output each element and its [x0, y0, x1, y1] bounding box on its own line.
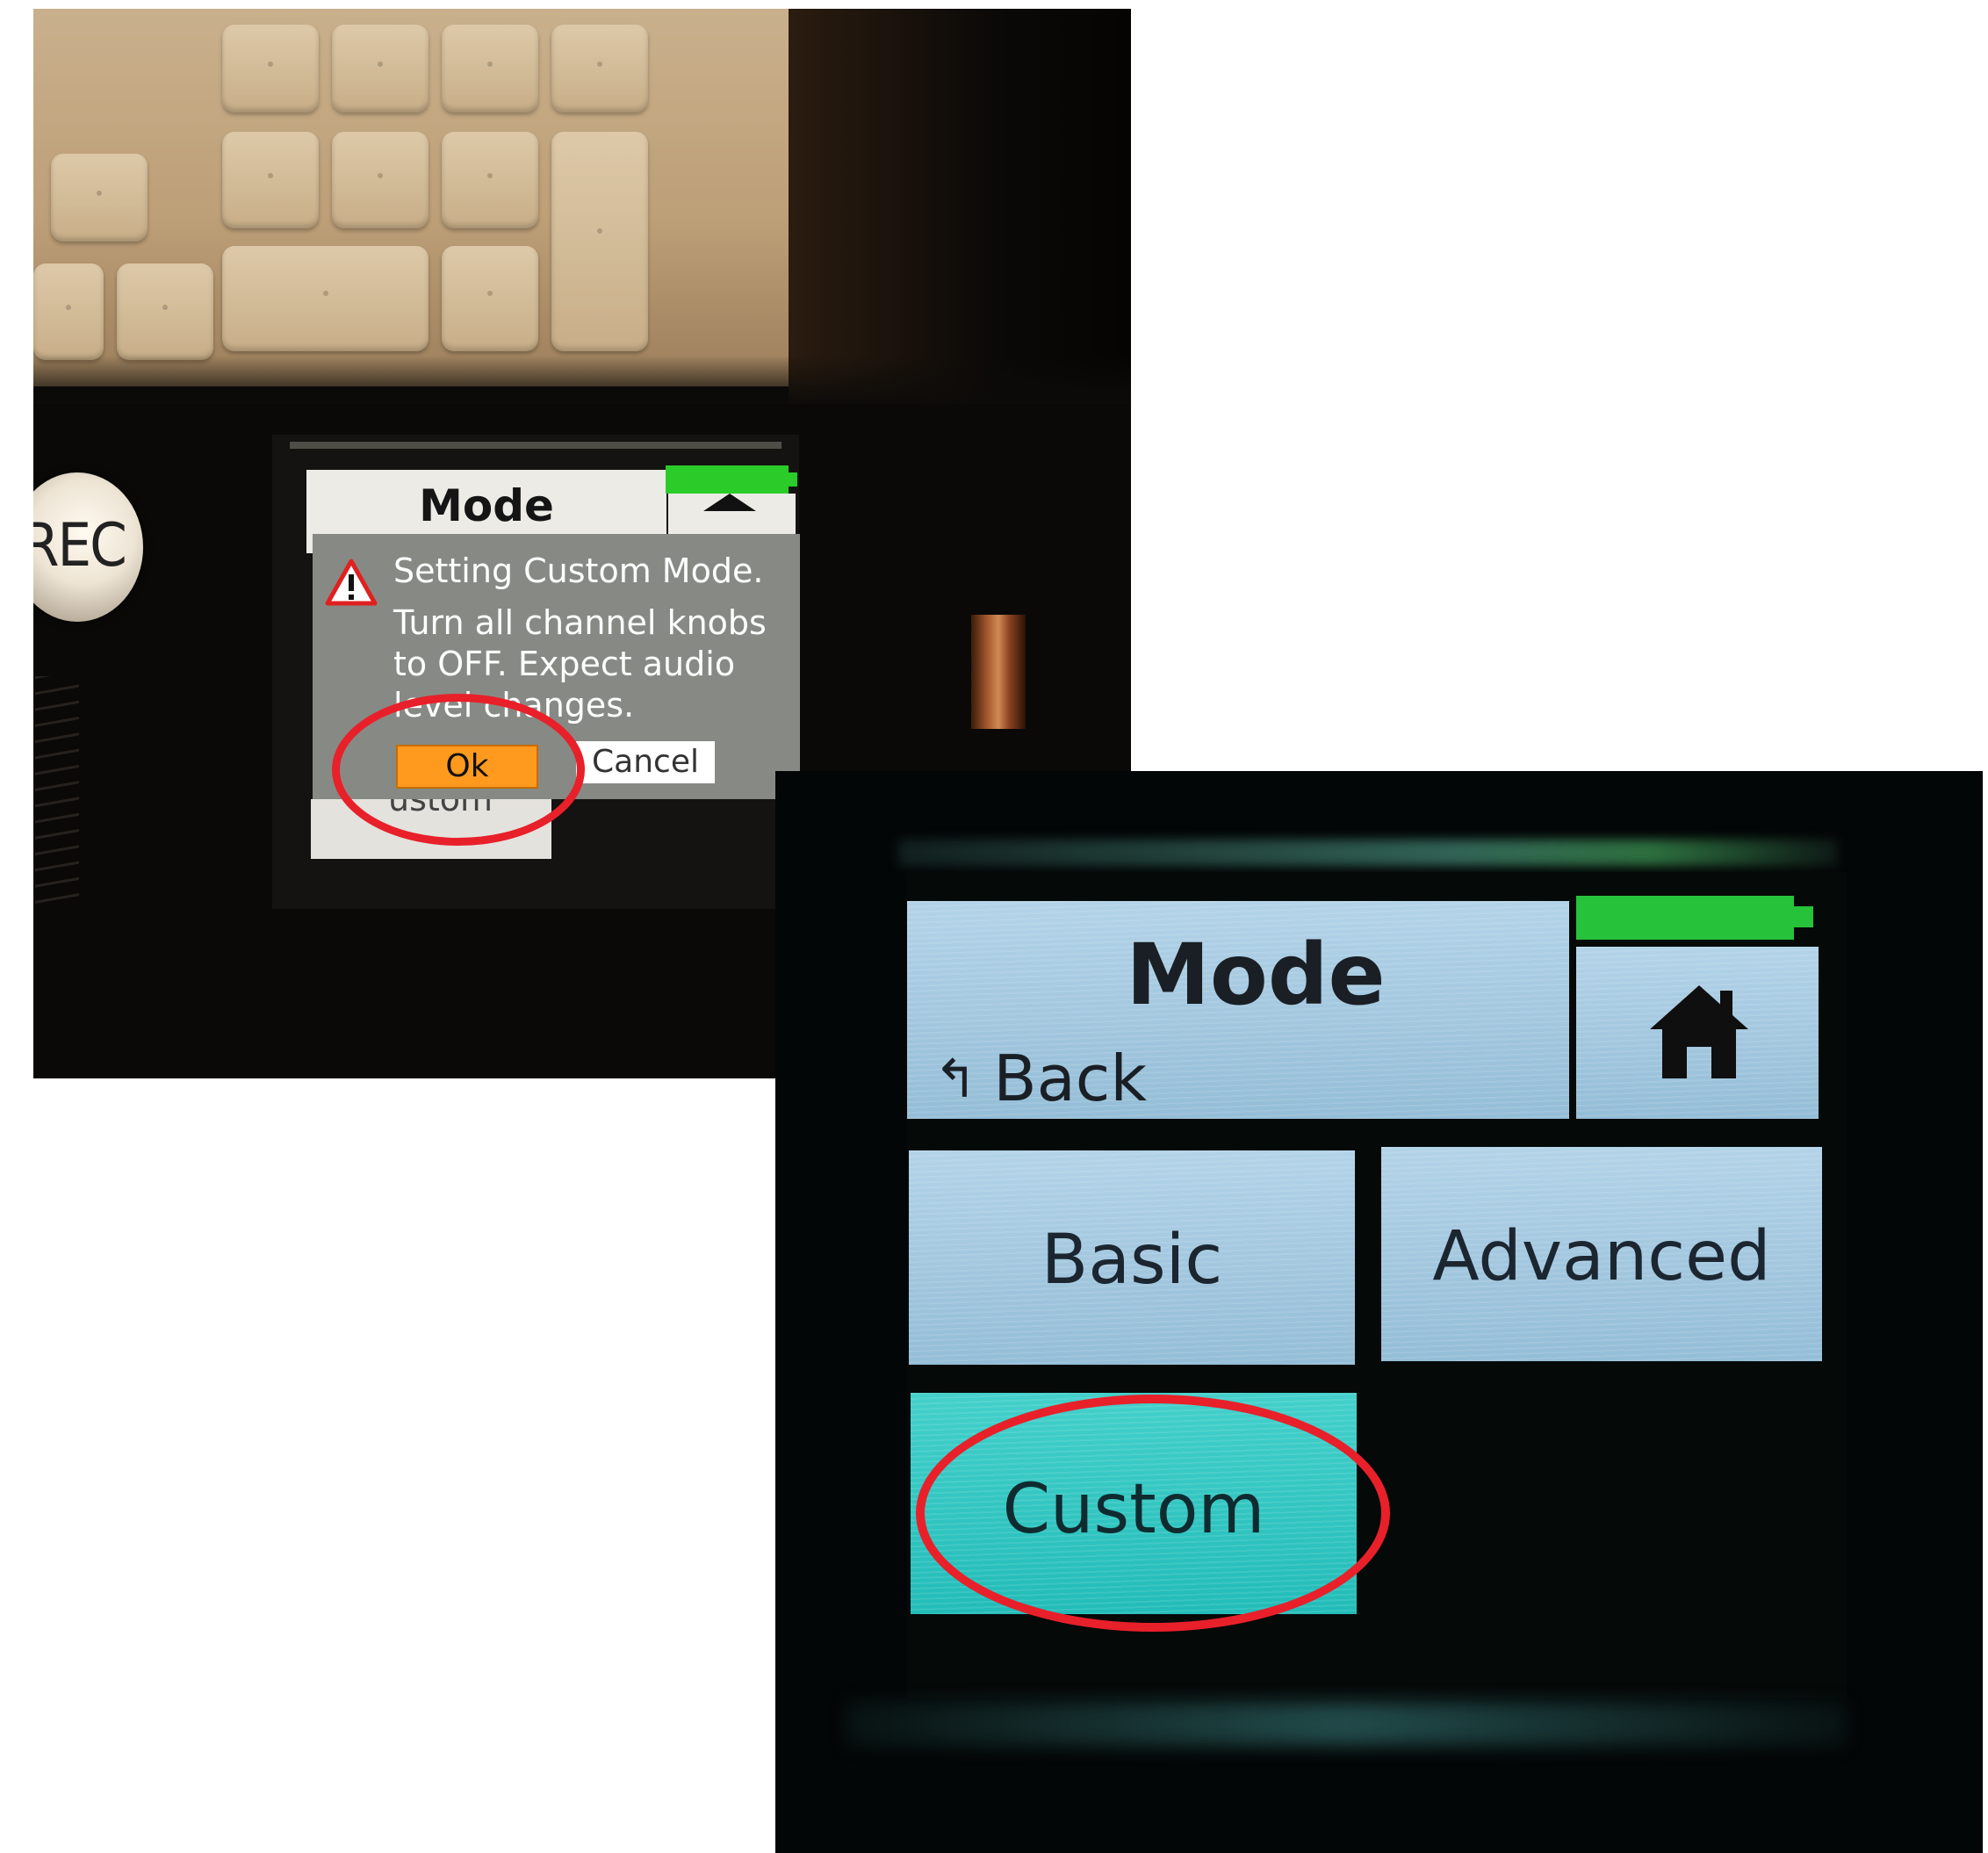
- highlight-circle-ok: [332, 694, 585, 846]
- dialog-heading: Setting Custom Mode.: [393, 552, 764, 590]
- mode-label: Advanced: [1432, 1217, 1771, 1296]
- keyboard-background: [33, 9, 868, 386]
- back-arrow-icon: ↰: [933, 1049, 978, 1110]
- home-icon: [1650, 985, 1748, 1078]
- battery-indicator: [1576, 896, 1813, 940]
- cancel-button[interactable]: Cancel: [576, 741, 715, 783]
- mode-basic-button[interactable]: Basic: [909, 1150, 1355, 1365]
- mode-advanced-button[interactable]: Advanced: [1381, 1147, 1822, 1361]
- page-title: Mode: [1126, 926, 1386, 1024]
- highlight-circle-custom: [916, 1395, 1390, 1632]
- warning-triangle-icon: [325, 559, 378, 606]
- screen-header: Mode ↰ Back: [907, 901, 1569, 1119]
- back-label: Back: [993, 1042, 1148, 1115]
- rec-label: REC: [33, 511, 127, 580]
- home-button[interactable]: [1576, 947, 1819, 1119]
- page-title: Mode: [419, 480, 554, 531]
- back-button[interactable]: ↰ Back: [933, 1042, 1147, 1115]
- connector: [971, 615, 1026, 729]
- battery-indicator: [666, 465, 797, 494]
- dial: [35, 676, 79, 905]
- mode-label: Basic: [1041, 1221, 1223, 1300]
- photo-mode-menu: Mode ↰ Back Basic Advanced Custom: [775, 771, 1983, 1853]
- home-icon: [703, 494, 756, 511]
